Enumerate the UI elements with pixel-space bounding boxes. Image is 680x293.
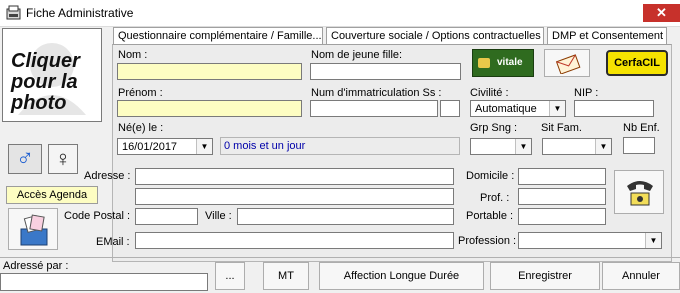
age-display: 0 mois et un jour (220, 137, 460, 155)
mt-button[interactable]: MT (263, 262, 309, 290)
tab-questionnaire[interactable]: Questionnaire complémentaire / Famille..… (113, 27, 323, 44)
chip-icon (478, 58, 490, 68)
close-icon: ✕ (656, 5, 667, 20)
window-title: Fiche Administrative (26, 6, 134, 20)
app-icon (6, 5, 21, 20)
cerfacil-button[interactable]: CerfaCIL (606, 50, 668, 76)
close-button[interactable]: ✕ (643, 4, 680, 22)
acces-agenda-button[interactable]: Accès Agenda (6, 186, 98, 204)
naissance-date-picker[interactable]: 16/01/2017 ▼ (117, 138, 213, 155)
vitale-card-button[interactable]: vitale (472, 49, 534, 77)
photo-button[interactable]: Cliquer pour la photo (2, 28, 102, 122)
male-button[interactable]: ♂ (8, 144, 42, 174)
email-label: EMail : (96, 236, 130, 248)
phone-icon (627, 181, 653, 206)
nip-label: NIP : (574, 87, 599, 99)
ville-field[interactable] (237, 208, 454, 225)
nb-enf-field[interactable] (623, 137, 655, 154)
chevron-down-icon: ▼ (549, 101, 565, 116)
ville-label: Ville : (205, 210, 232, 222)
profession-label: Profession : (458, 235, 517, 247)
immatriculation-label: Num d'immatriculation Ss : (311, 87, 442, 99)
female-button[interactable]: ♀ (48, 144, 78, 174)
adresse-line1-field[interactable] (135, 168, 454, 185)
save-button[interactable]: Enregistrer (490, 262, 600, 290)
code-postal-field[interactable] (135, 208, 198, 225)
cancel-button[interactable]: Annuler (602, 262, 680, 290)
sit-fam-label: Sit Fam. (541, 122, 582, 134)
sit-fam-select[interactable]: ▼ (542, 138, 612, 155)
chevron-down-icon: ▼ (645, 233, 661, 248)
chevron-down-icon: ▼ (515, 139, 531, 154)
tab-couverture-sociale[interactable]: Couverture sociale / Options contractuel… (326, 27, 544, 44)
adresse-line2-field[interactable] (135, 188, 454, 205)
female-icon: ♀ (54, 146, 72, 171)
male-icon: ♂ (16, 145, 34, 172)
chevron-down-icon: ▼ (196, 139, 212, 154)
civilite-label: Civilité : (470, 87, 509, 99)
nom-jeune-fille-label: Nom de jeune fille: (311, 49, 403, 61)
letter-button[interactable] (544, 49, 590, 77)
nb-enf-label: Nb Enf. (623, 122, 660, 134)
prenom-label: Prénom : (118, 87, 163, 99)
phone-button[interactable] (614, 170, 664, 214)
nom-field[interactable] (117, 63, 302, 80)
code-postal-label: Code Postal : (64, 210, 131, 222)
portable-field[interactable] (518, 208, 606, 225)
domicile-label: Domicile : (466, 170, 515, 182)
nip-field[interactable] (574, 100, 654, 117)
adresse-par-label: Adressé par : (3, 260, 69, 272)
nom-label: Nom : (118, 49, 148, 61)
domicile-field[interactable] (518, 168, 606, 185)
nom-jeune-fille-field[interactable] (310, 63, 461, 80)
chevron-down-icon: ▼ (595, 139, 611, 154)
immatriculation-field[interactable] (310, 100, 438, 117)
grp-sng-label: Grp Sng : (470, 122, 518, 134)
envelope-icon (555, 54, 581, 74)
vitale-label: vitale (497, 57, 523, 68)
immatriculation-key-field[interactable] (440, 100, 460, 117)
email-field[interactable] (135, 232, 454, 249)
card-file-icon (20, 214, 48, 246)
naissance-label: Né(e) le : (118, 122, 164, 134)
title-bar: Fiche Administrative ✕ (0, 0, 680, 27)
ald-button[interactable]: Affection Longue Durée (319, 262, 484, 290)
civilite-select[interactable]: Automatique ▼ (470, 100, 566, 117)
profession-select[interactable]: ▼ (518, 232, 662, 249)
prenom-field[interactable] (117, 100, 302, 117)
grp-sng-select[interactable]: ▼ (470, 138, 532, 155)
prof-label: Prof. : (480, 192, 510, 204)
portable-label: Portable : (466, 210, 514, 222)
agenda-cards-button[interactable] (8, 208, 58, 250)
photo-label: Cliquer pour la photo (11, 50, 80, 114)
browse-button[interactable]: ... (215, 262, 245, 290)
bottom-separator (0, 257, 680, 258)
adresse-par-field[interactable] (0, 273, 208, 291)
adresse-label: Adresse : (84, 170, 131, 182)
tab-dmp[interactable]: DMP et Consentement (547, 27, 667, 44)
prof-phone-field[interactable] (518, 188, 606, 205)
